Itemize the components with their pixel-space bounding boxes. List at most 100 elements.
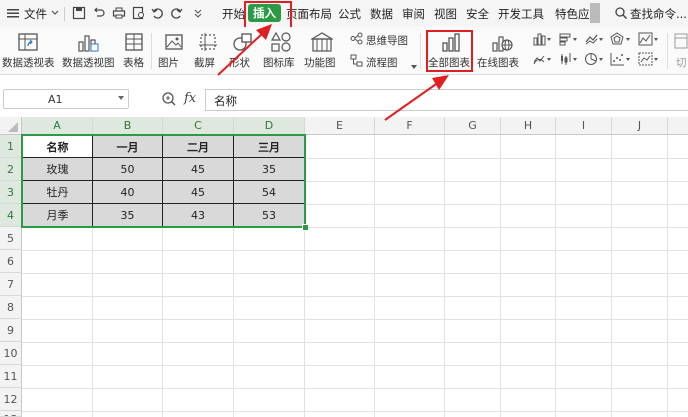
pie-chart-icon[interactable]: [584, 52, 604, 66]
gridline: [22, 296, 688, 297]
picture-icon: [165, 34, 183, 50]
row-header-13[interactable]: 13: [0, 411, 22, 417]
fill-handle[interactable]: [302, 224, 309, 231]
annotation-arrow-insert: [217, 24, 272, 76]
picture-button[interactable]: 图片: [158, 55, 179, 70]
radar-chart-icon[interactable]: [610, 32, 632, 46]
highlight-all-charts: [426, 30, 473, 72]
pivot-table-icon: [18, 33, 38, 51]
gridline: [611, 135, 612, 417]
row-header-10[interactable]: 10: [0, 342, 22, 365]
tab-view[interactable]: 视图: [434, 6, 457, 22]
online-chart-icon: [492, 36, 513, 52]
gridline: [500, 135, 501, 417]
row-header-2[interactable]: 2: [0, 158, 22, 181]
gridline: [22, 388, 688, 389]
divider: [420, 33, 421, 69]
formula-input-value: 名称: [214, 94, 237, 108]
bar-chart-icon[interactable]: [558, 32, 578, 46]
fx-icon[interactable]: fx: [184, 91, 196, 106]
file-menu[interactable]: 文件: [24, 6, 47, 22]
online-chart-button[interactable]: 在线图表: [477, 55, 519, 70]
function-chart-button[interactable]: 功能图: [304, 55, 336, 70]
gridline: [22, 342, 688, 343]
column-header-d[interactable]: D: [234, 117, 305, 135]
column-header-h[interactable]: H: [501, 117, 556, 135]
selection-border: [21, 134, 306, 228]
undo-history-icon[interactable]: [92, 6, 106, 20]
column-header-a[interactable]: A: [22, 117, 93, 135]
print-icon[interactable]: [112, 6, 126, 20]
divider: [151, 33, 152, 69]
row-header-5[interactable]: 5: [0, 227, 22, 250]
function-chart-icon: [311, 32, 333, 52]
column-header-j[interactable]: J: [612, 117, 668, 135]
save-icon[interactable]: [72, 6, 86, 20]
row-header-6[interactable]: 6: [0, 250, 22, 273]
divider: [667, 33, 668, 69]
gridline: [22, 250, 688, 251]
search-command[interactable]: 查找命令...: [630, 6, 687, 22]
name-box-dropdown-icon[interactable]: [118, 96, 124, 100]
tab-formulas[interactable]: 公式: [338, 6, 361, 22]
pivot-chart-button[interactable]: 数据透视图: [62, 55, 115, 70]
tab-security[interactable]: 安全: [466, 6, 489, 22]
gridline: [667, 135, 668, 417]
tab-scroll-right[interactable]: [590, 3, 600, 23]
combo-chart-icon[interactable]: [532, 52, 552, 66]
tab-page-layout[interactable]: 页面布局: [286, 6, 332, 22]
pivot-table-button[interactable]: 数据透视表: [2, 55, 55, 70]
column-chart-icon[interactable]: [532, 32, 552, 46]
row-header-12[interactable]: 12: [0, 388, 22, 411]
row-header-7[interactable]: 7: [0, 273, 22, 296]
row-header-1[interactable]: 1: [0, 135, 22, 158]
tab-review[interactable]: 审阅: [402, 6, 425, 22]
gridline: [555, 135, 556, 417]
line-chart-icon[interactable]: [584, 32, 604, 46]
flowchart-icon: [350, 54, 363, 67]
stock-chart-icon[interactable]: [558, 52, 578, 66]
ribbon: 数据透视表 数据透视图 表格 图片 截屏 形状 图标库 功能图 思维导图 流程图…: [0, 27, 688, 91]
column-header-k[interactable]: [668, 117, 688, 135]
row-header-8[interactable]: 8: [0, 296, 22, 319]
pivot-chart-icon: [78, 35, 99, 52]
row-header-11[interactable]: 11: [0, 365, 22, 388]
gridline: [22, 365, 688, 366]
gridline: [22, 319, 688, 320]
scatter-chart-icon[interactable]: [610, 52, 632, 66]
annotation-arrow-all-charts: [384, 75, 449, 121]
zoom-lookup-icon[interactable]: [161, 91, 177, 107]
row-header-9[interactable]: 9: [0, 319, 22, 342]
search-icon[interactable]: [614, 6, 628, 20]
select-all-corner[interactable]: [0, 117, 22, 135]
mindmap-icon: [350, 32, 363, 45]
name-box[interactable]: [3, 89, 129, 109]
menu-icon[interactable]: [6, 6, 20, 20]
select-all-icon: [8, 122, 18, 132]
flowchart-button[interactable]: 流程图: [366, 55, 398, 70]
tab-data[interactable]: 数据: [370, 6, 393, 22]
tab-developer[interactable]: 开发工具: [498, 6, 544, 22]
column-header-b[interactable]: B: [93, 117, 163, 135]
table-icon: [125, 33, 143, 51]
area-chart-icon[interactable]: [638, 32, 660, 46]
chevron-down-icon[interactable]: [50, 6, 60, 20]
column-header-c[interactable]: C: [163, 117, 234, 135]
tab-special-apps[interactable]: 特色应: [555, 6, 590, 22]
mindmap-button[interactable]: 思维导图: [366, 33, 408, 48]
sparkline-chart-icon[interactable]: [638, 52, 660, 66]
undo-icon[interactable]: [150, 6, 164, 20]
gridline: [22, 273, 688, 274]
gridline: [22, 411, 688, 412]
redo-icon[interactable]: [170, 6, 184, 20]
customize-chevron-icon[interactable]: [193, 6, 203, 20]
mindmap-dropdown-icon[interactable]: [411, 65, 417, 69]
name-box-value: A1: [48, 93, 63, 106]
slicer-button[interactable]: 切: [676, 55, 687, 70]
table-button[interactable]: 表格: [123, 55, 144, 70]
print-preview-icon[interactable]: [132, 6, 146, 20]
row-header-3[interactable]: 3: [0, 181, 22, 204]
column-header-e[interactable]: E: [305, 117, 375, 135]
column-header-i[interactable]: I: [556, 117, 612, 135]
row-header-4[interactable]: 4: [0, 204, 22, 227]
